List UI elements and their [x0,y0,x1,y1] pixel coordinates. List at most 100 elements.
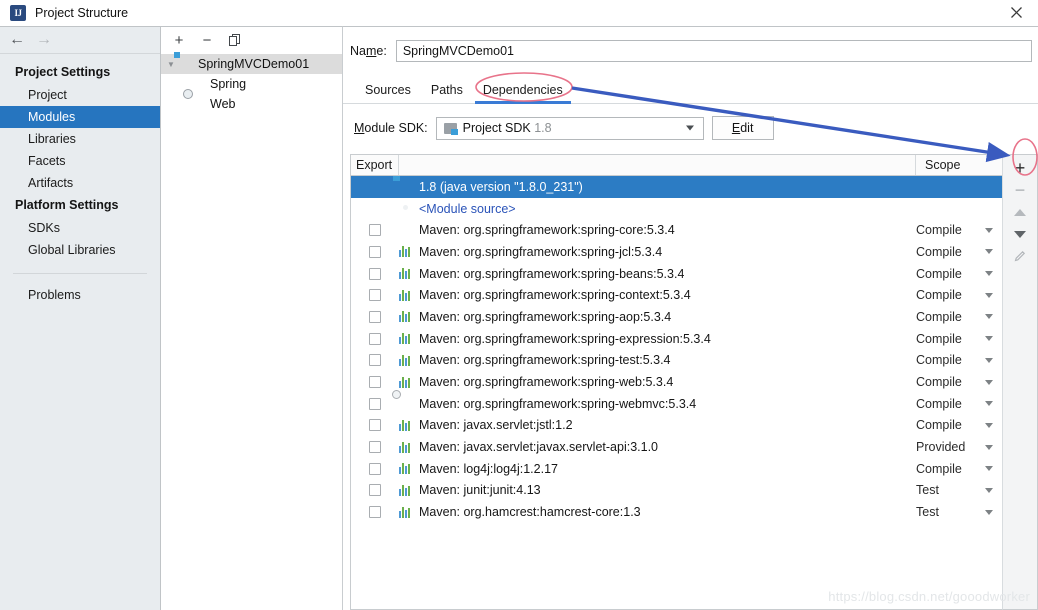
export-checkbox-cell[interactable] [351,224,399,237]
export-checkbox-cell[interactable] [351,484,399,497]
tree-node-web[interactable]: Web [161,94,342,114]
table-row[interactable]: Maven: org.springframework:spring-core:5… [351,219,1002,241]
chevron-down-icon[interactable] [985,509,993,515]
sidebar-item-modules[interactable]: Modules [0,106,160,128]
export-checkbox-cell[interactable] [351,245,399,258]
table-row[interactable]: Maven: org.springframework:spring-expres… [351,328,1002,350]
scope-cell[interactable]: Compile [916,245,1002,259]
scope-cell[interactable]: Compile [916,310,1002,324]
table-row[interactable]: Maven: org.springframework:spring-web:5.… [351,371,1002,393]
export-checkbox-cell[interactable] [351,462,399,475]
back-arrow-icon[interactable]: ← [9,32,25,48]
scope-cell[interactable]: Compile [916,397,1002,411]
scope-cell[interactable]: Test [916,505,1002,519]
sidebar-item-project[interactable]: Project [0,84,160,106]
export-checkbox-cell[interactable] [351,310,399,323]
export-checkbox-cell[interactable] [351,506,399,519]
table-row[interactable]: Maven: org.springframework:spring-aop:5.… [351,306,1002,328]
export-checkbox[interactable] [369,224,381,237]
sidebar-item-libraries[interactable]: Libraries [0,128,160,150]
sidebar-item-problems[interactable]: Problems [0,284,160,306]
export-checkbox-cell[interactable] [351,332,399,345]
chevron-down-icon[interactable] [685,125,694,131]
table-row[interactable]: Maven: org.springframework:spring-beans:… [351,263,1002,285]
copy-module-icon[interactable] [227,32,243,48]
chevron-down-icon[interactable] [985,227,993,233]
export-checkbox[interactable] [369,310,381,323]
export-checkbox-cell[interactable] [351,267,399,280]
move-down-button[interactable] [1005,223,1035,245]
chevron-down-icon[interactable] [985,336,993,342]
chevron-down-icon[interactable] [985,292,993,298]
edit-sdk-button[interactable]: Edit [711,116,774,140]
sidebar-item-global-libraries[interactable]: Global Libraries [0,239,160,261]
column-header-scope[interactable]: Scope [916,155,1002,175]
table-row[interactable]: Maven: junit:junit:4.13 Test [351,480,1002,502]
scope-cell[interactable]: Compile [916,462,1002,476]
export-checkbox[interactable] [369,484,381,497]
module-sdk-combobox[interactable]: Project SDK 1.8 [435,116,704,140]
scope-cell[interactable]: Compile [916,375,1002,389]
column-header-export[interactable]: Export [351,155,399,175]
table-row[interactable]: Maven: org.springframework:spring-test:5… [351,350,1002,372]
chevron-down-icon[interactable] [985,357,993,363]
forward-arrow-icon[interactable]: → [36,32,52,48]
table-row[interactable]: Maven: org.springframework:spring-jcl:5.… [351,241,1002,263]
chevron-down-icon[interactable] [985,422,993,428]
chevron-down-icon[interactable] [985,487,993,493]
tab-sources[interactable]: Sources [355,83,421,103]
export-checkbox-cell[interactable] [351,376,399,389]
scope-cell[interactable]: Provided [916,440,1002,454]
export-checkbox[interactable] [369,289,381,302]
column-header-name[interactable] [399,155,916,175]
table-row[interactable]: Maven: org.hamcrest:hamcrest-core:1.3 Tes… [351,501,1002,523]
export-checkbox[interactable] [369,441,381,454]
sidebar-item-facets[interactable]: Facets [0,150,160,172]
sidebar-item-artifacts[interactable]: Artifacts [0,172,160,194]
edit-dependency-button[interactable] [1005,245,1035,267]
chevron-down-icon[interactable] [985,271,993,277]
scope-cell[interactable]: Compile [916,418,1002,432]
chevron-down-icon[interactable] [985,444,993,450]
export-checkbox[interactable] [369,462,381,475]
scope-cell[interactable]: Compile [916,267,1002,281]
scope-cell[interactable]: Compile [916,288,1002,302]
expand-arrow-icon[interactable]: ▼ [163,60,179,69]
tree-node-module[interactable]: ▼ SpringMVCDemo01 [161,54,342,74]
export-checkbox[interactable] [369,419,381,432]
chevron-down-icon[interactable] [985,379,993,385]
export-checkbox[interactable] [369,354,381,367]
remove-module-icon[interactable]: − [199,32,215,48]
export-checkbox-cell[interactable] [351,354,399,367]
export-checkbox[interactable] [369,376,381,389]
module-name-input[interactable] [395,40,1032,62]
scope-cell[interactable]: Compile [916,223,1002,237]
chevron-down-icon[interactable] [985,466,993,472]
scope-cell[interactable]: Test [916,483,1002,497]
chevron-down-icon[interactable] [985,401,993,407]
tab-paths[interactable]: Paths [421,83,473,103]
export-checkbox-cell[interactable] [351,289,399,302]
add-module-icon[interactable]: + [171,32,187,48]
remove-dependency-button[interactable]: − [1005,179,1035,201]
export-checkbox-cell[interactable] [351,397,399,410]
table-row[interactable]: Maven: org.springframework:spring-contex… [351,284,1002,306]
chevron-down-icon[interactable] [985,249,993,255]
export-checkbox[interactable] [369,267,381,280]
close-icon[interactable] [994,0,1038,25]
table-row[interactable]: Maven: org.springframework:spring-webmvc… [351,393,1002,415]
scope-cell[interactable]: Compile [916,332,1002,346]
table-row[interactable]: Maven: javax.servlet:jstl:1.2 Compile [351,415,1002,437]
move-up-button[interactable] [1005,201,1035,223]
tab-dependencies[interactable]: Dependencies [473,83,573,104]
export-checkbox[interactable] [369,332,381,345]
table-row[interactable]: 1.8 (java version "1.8.0_231") [351,176,1002,198]
table-row[interactable]: <Module source> [351,198,1002,220]
export-checkbox-cell[interactable] [351,441,399,454]
export-checkbox[interactable] [369,245,381,258]
scope-cell[interactable]: Compile [916,353,1002,367]
export-checkbox[interactable] [369,397,381,410]
chevron-down-icon[interactable] [985,314,993,320]
table-row[interactable]: Maven: javax.servlet:javax.servlet-api:3… [351,436,1002,458]
add-dependency-button[interactable]: + [1005,157,1035,179]
